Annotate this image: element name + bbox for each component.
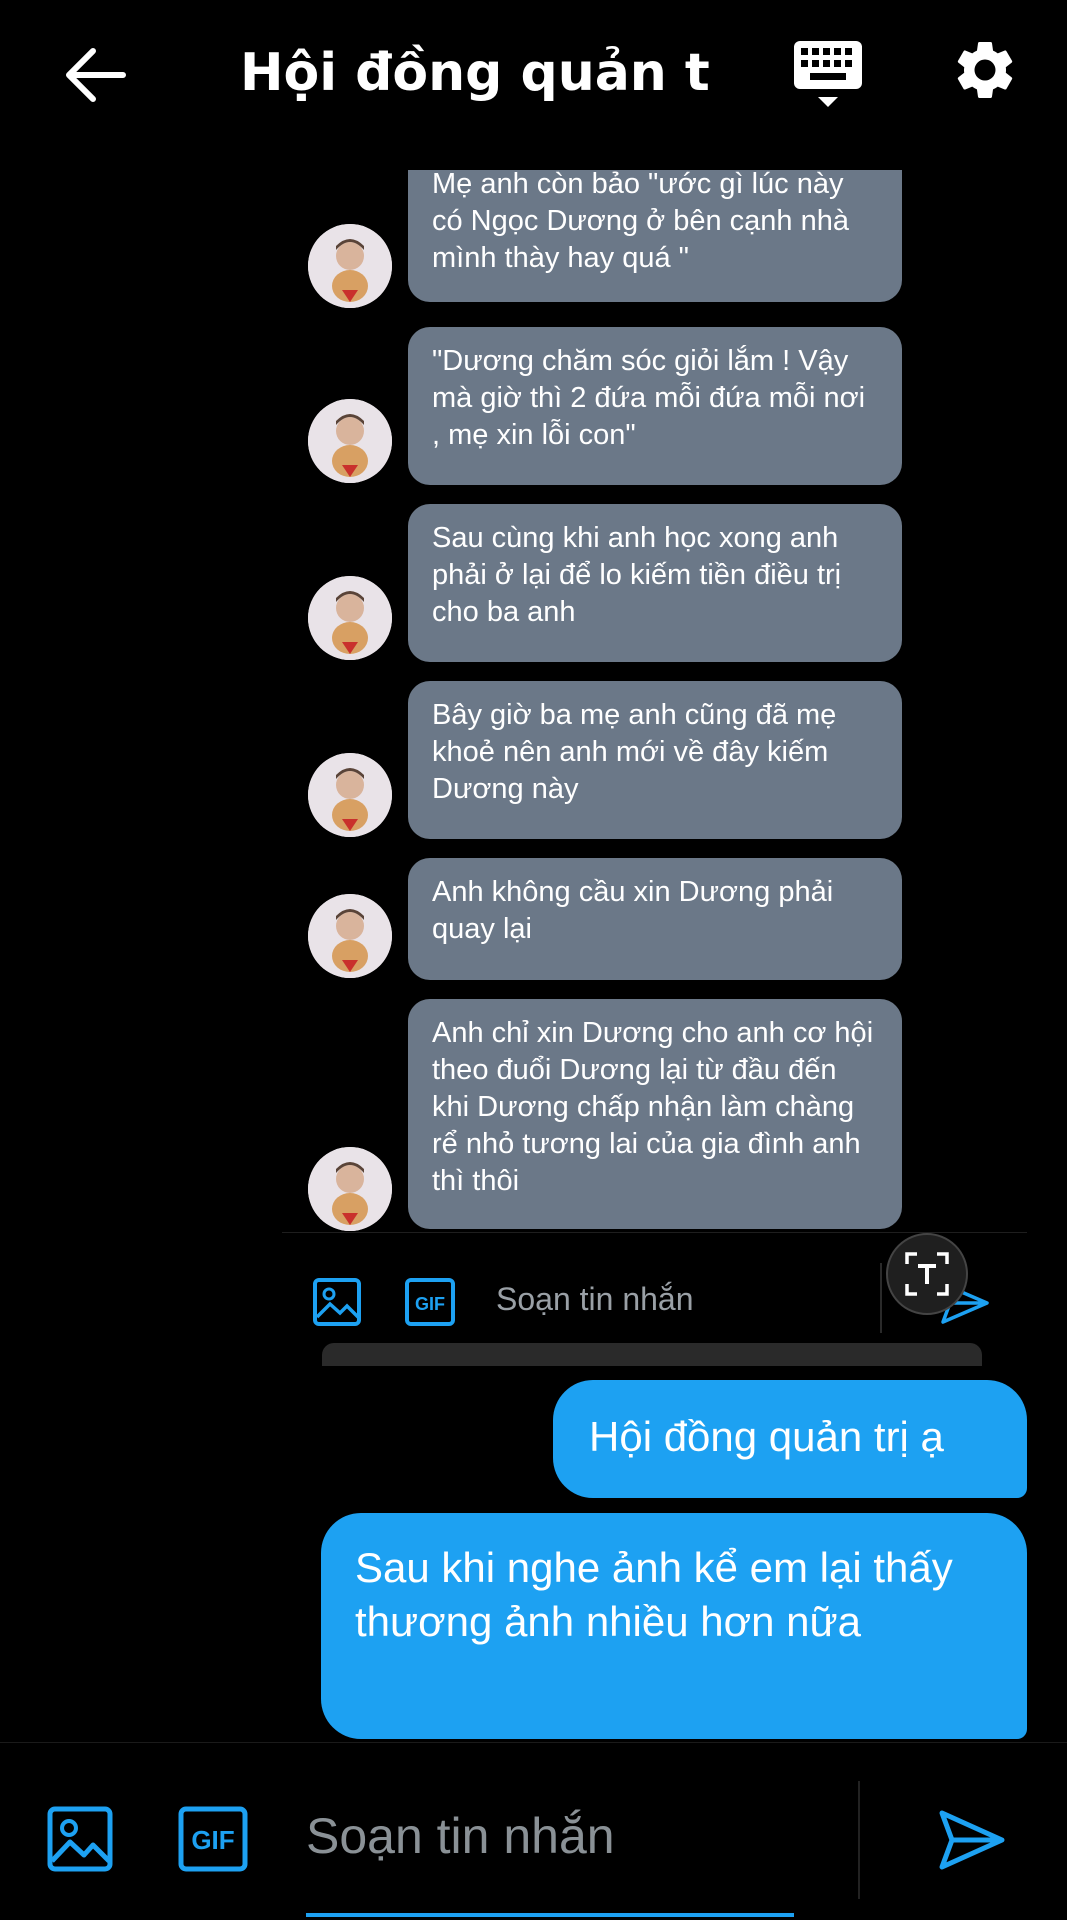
keyboard-button[interactable]	[790, 35, 870, 115]
outgoing-message: Hội đồng quản trị ạ	[553, 1380, 1027, 1498]
keyboard-icon	[794, 41, 862, 107]
settings-gear-icon	[957, 41, 1013, 98]
outgoing-message: Sau khi nghe ảnh kể em lại thấy thương ả…	[321, 1513, 1027, 1739]
composer: GIF Soạn tin nhắn	[0, 1742, 1067, 1920]
avatar	[308, 224, 392, 308]
back-arrow-icon	[66, 48, 126, 102]
divider	[880, 1263, 882, 1333]
embedded-composer: GIF Soạn tin nhắn	[282, 1232, 1027, 1366]
message-bubble: Anh chỉ xin Dương cho anh cơ hội theo đu…	[408, 999, 902, 1229]
chat-screen: Hội đồng quản tr... Mẹ anh cò	[0, 0, 1067, 1920]
send-icon	[939, 1810, 1005, 1870]
header: Hội đồng quản tr...	[0, 0, 1067, 150]
avatar	[308, 399, 392, 483]
message-bubble: Anh không cầu xin Dương phải quay lại	[408, 858, 902, 980]
send-button[interactable]	[938, 1809, 1006, 1871]
avatar	[308, 894, 392, 978]
avatar	[308, 753, 392, 837]
text-scan-icon	[905, 1252, 949, 1296]
gif-icon: GIF	[404, 1277, 456, 1327]
avatar	[308, 576, 392, 660]
message-input[interactable]: Soạn tin nhắn	[306, 1807, 615, 1865]
avatar	[308, 1147, 392, 1231]
svg-text:GIF: GIF	[415, 1294, 445, 1314]
text-scan-button[interactable]	[886, 1233, 968, 1315]
svg-text:GIF: GIF	[191, 1825, 234, 1855]
embedded-bottom-strip	[322, 1343, 982, 1366]
embedded-chat-screenshot: Mẹ anh còn bảo "ước gì lúc này có Ngọc D…	[282, 170, 1027, 1366]
conversation-title: Hội đồng quản tr...	[240, 43, 710, 103]
message-bubble: Bây giờ ba mẹ anh cũng đã mẹ khoẻ nên an…	[408, 681, 902, 839]
message-bubble: Sau cùng khi anh học xong anh phải ở lại…	[408, 504, 902, 662]
input-underline	[306, 1913, 794, 1917]
message-bubble: Mẹ anh còn bảo "ước gì lúc này có Ngọc D…	[408, 170, 902, 302]
divider	[858, 1781, 860, 1899]
embedded-input-placeholder: Soạn tin nhắn	[496, 1281, 694, 1317]
message-bubble: "Dương chăm sóc giỏi lắm ! Vậy mà giờ th…	[408, 327, 902, 485]
settings-button[interactable]	[950, 35, 1030, 115]
back-button[interactable]	[55, 35, 135, 115]
image-icon	[47, 1806, 113, 1872]
image-button[interactable]	[46, 1805, 114, 1873]
gif-button[interactable]: GIF	[177, 1805, 249, 1873]
image-icon	[312, 1277, 362, 1327]
gif-icon: GIF	[178, 1806, 248, 1872]
